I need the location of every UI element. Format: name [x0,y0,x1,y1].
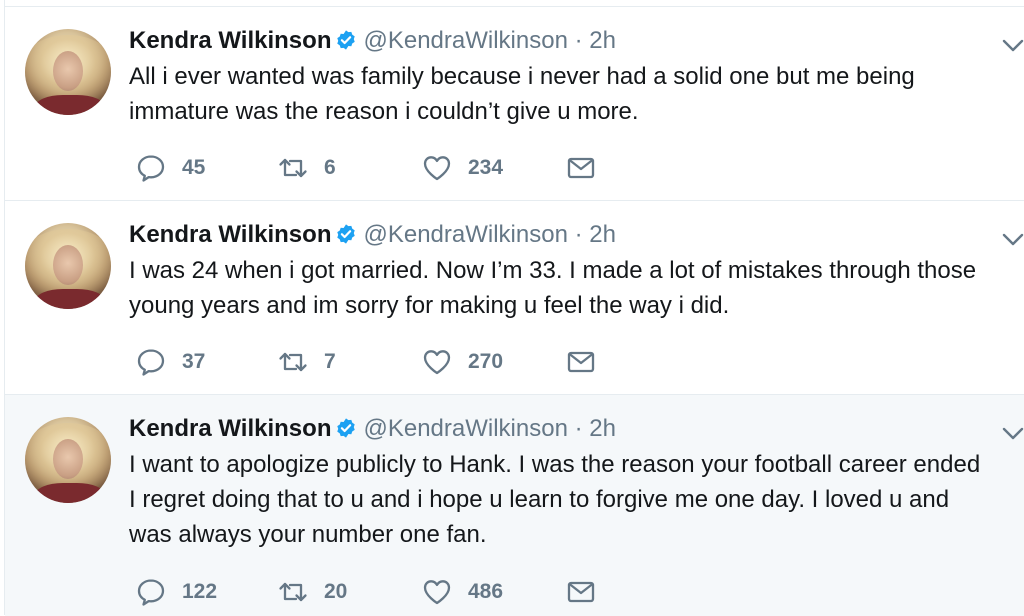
tweet-card[interactable]: Kendra Wilkinson @KendraWilkinson · 2h I … [5,200,1024,395]
retweet-icon [279,158,307,178]
retweet-count: 7 [324,350,336,373]
author-handle[interactable]: @KendraWilkinson [363,415,567,442]
direct-message-button[interactable] [566,345,596,379]
reply-button[interactable]: 45 [136,151,205,185]
reply-icon [137,349,165,376]
tweet-timestamp[interactable]: · 2h [575,221,616,248]
chevron-down-icon[interactable] [1002,233,1024,247]
reply-icon [137,155,165,182]
author-handle[interactable]: @KendraWilkinson [363,221,567,248]
direct-message-button[interactable] [566,575,596,609]
reply-count: 122 [182,580,218,603]
verified-icon [337,224,356,244]
envelope-icon [567,581,595,603]
reply-count: 45 [182,156,206,179]
like-button[interactable]: 486 [422,575,503,609]
like-count: 234 [468,156,504,179]
author-name[interactable]: Kendra Wilkinson [129,415,331,442]
chevron-down-icon[interactable] [1002,39,1024,53]
tweet-timeline: Kendra Wilkinson @KendraWilkinson · 2h Al… [0,0,1024,616]
reply-icon [137,579,165,606]
tweet-header: Kendra Wilkinson @KendraWilkinson · 2h [129,221,616,249]
retweet-button[interactable]: 6 [278,151,336,185]
tweet-text: All i ever wanted was family because i n… [129,63,915,125]
like-count: 486 [468,580,504,603]
heart-icon [423,580,451,605]
heart-icon [423,156,451,181]
tweet-header: Kendra Wilkinson @KendraWilkinson · 2h [129,415,616,443]
author-name[interactable]: Kendra Wilkinson [129,27,331,54]
tweet-card[interactable]: Kendra Wilkinson @KendraWilkinson · 2h Al… [5,6,1024,201]
chevron-down-icon[interactable] [1002,427,1024,441]
avatar[interactable] [25,29,111,115]
tweet-text: I was 24 when i got married. Now I’m 33.… [129,257,977,319]
tweet-card[interactable]: Kendra Wilkinson @KendraWilkinson · 2h I … [5,394,1024,616]
like-button[interactable]: 234 [422,151,503,185]
like-count: 270 [468,350,504,373]
reply-button[interactable]: 37 [136,345,205,379]
reply-count: 37 [182,350,206,373]
retweet-button[interactable]: 20 [278,575,347,609]
avatar[interactable] [25,417,111,503]
heart-icon [423,350,451,375]
tweet-timestamp[interactable]: · 2h [575,415,616,442]
retweet-count: 6 [324,156,336,179]
tweet-timestamp[interactable]: · 2h [575,27,616,54]
verified-icon [337,418,356,438]
retweet-icon [279,582,307,602]
avatar[interactable] [25,223,111,309]
reply-button[interactable]: 122 [136,575,217,609]
retweet-button[interactable]: 7 [278,345,336,379]
author-name[interactable]: Kendra Wilkinson [129,221,331,248]
retweet-count: 20 [324,580,348,603]
direct-message-button[interactable] [566,151,596,185]
retweet-icon [279,352,307,372]
tweet-text: I want to apologize publicly to Hank. I … [129,451,981,548]
envelope-icon [567,157,595,179]
tweet-header: Kendra Wilkinson @KendraWilkinson · 2h [129,27,616,55]
like-button[interactable]: 270 [422,345,503,379]
verified-icon [337,30,356,50]
envelope-icon [567,351,595,373]
author-handle[interactable]: @KendraWilkinson [363,27,567,54]
